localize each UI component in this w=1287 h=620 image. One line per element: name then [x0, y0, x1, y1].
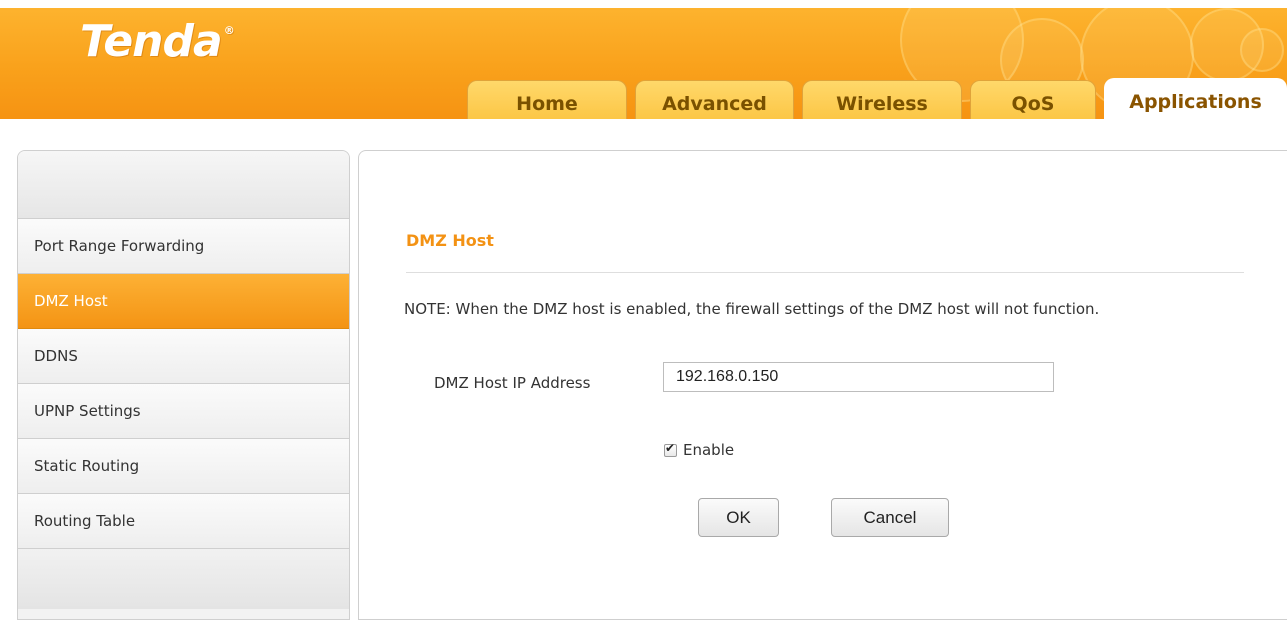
content-panel: DMZ Host NOTE: When the DMZ host is enab…	[358, 150, 1287, 620]
title-divider	[406, 272, 1244, 273]
enable-checkbox[interactable]	[664, 441, 677, 457]
cancel-button[interactable]: Cancel	[831, 498, 949, 537]
sidebar-item-ddns[interactable]: DDNS	[18, 329, 349, 384]
ok-button[interactable]: OK	[698, 498, 779, 537]
tab-home[interactable]: Home	[467, 80, 627, 119]
sidebar-footer	[18, 549, 349, 609]
sidebar-item-dmz-host[interactable]: DMZ Host	[18, 274, 349, 329]
sidebar-item-upnp-settings[interactable]: UPNP Settings	[18, 384, 349, 439]
tab-wireless[interactable]: Wireless	[802, 80, 962, 119]
enable-row[interactable]: Enable	[664, 441, 734, 459]
dmz-ip-input[interactable]	[663, 362, 1054, 392]
sidebar-item-routing-table[interactable]: Routing Table	[18, 494, 349, 549]
tab-advanced[interactable]: Advanced	[635, 80, 794, 119]
dmz-ip-label: DMZ Host IP Address	[434, 374, 591, 392]
header-banner: Tenda ® Home Advanced Wireless QoS Applic…	[0, 8, 1287, 119]
note-text: NOTE: When the DMZ host is enabled, the …	[404, 300, 1100, 318]
tab-qos[interactable]: QoS	[970, 80, 1096, 119]
tab-applications[interactable]: Applications	[1104, 78, 1287, 119]
main-nav-tabs: Home Advanced Wireless QoS Applications	[0, 78, 1287, 119]
sidebar: Port Range Forwarding DMZ Host DDNS UPNP…	[17, 150, 350, 620]
enable-label: Enable	[683, 441, 735, 459]
tenda-logo: Tenda ®	[80, 16, 235, 67]
decorative-bubble	[1240, 28, 1284, 72]
sidebar-item-static-routing[interactable]: Static Routing	[18, 439, 349, 494]
sidebar-header	[18, 151, 349, 219]
page-title: DMZ Host	[406, 231, 494, 250]
sidebar-item-port-range-forwarding[interactable]: Port Range Forwarding	[18, 219, 349, 274]
